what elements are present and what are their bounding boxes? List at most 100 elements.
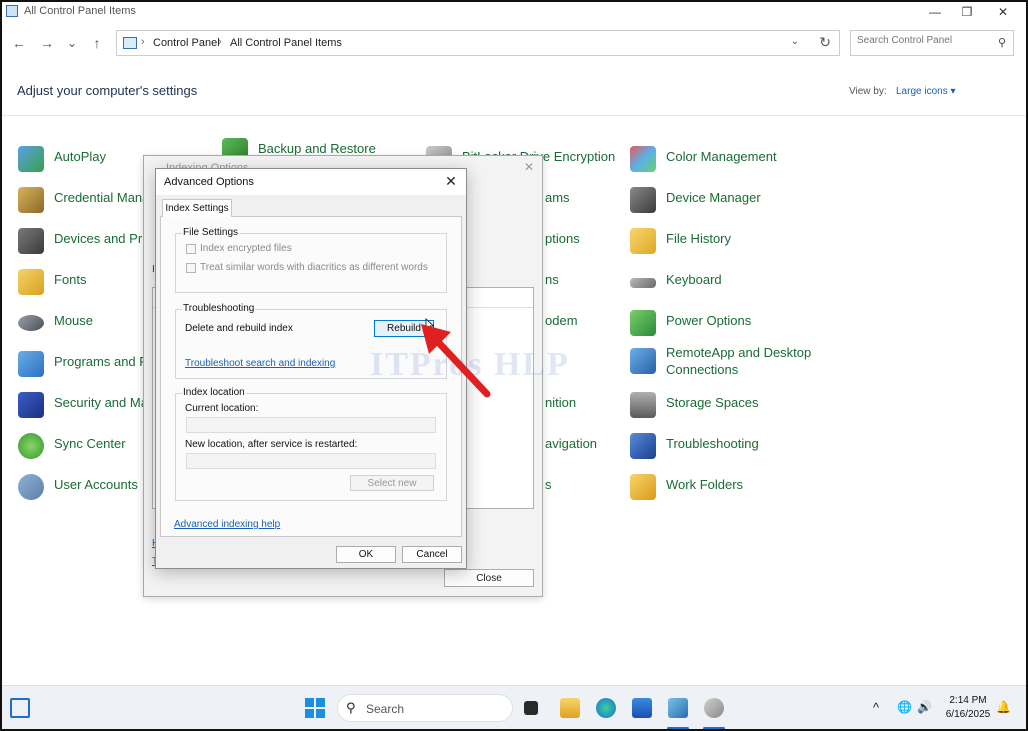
remoteapp-icon xyxy=(630,348,656,374)
breadcrumb-control-panel[interactable]: Control Panel xyxy=(153,37,220,49)
network-icon[interactable]: 🌐 xyxy=(897,700,912,714)
checkbox-label: Treat similar words with diacritics as d… xyxy=(200,262,428,273)
cp-item-label: Troubleshooting xyxy=(666,436,759,451)
advanced-indexing-help-link[interactable]: Advanced indexing help xyxy=(174,519,280,530)
edge-icon[interactable] xyxy=(596,698,616,718)
volume-icon[interactable]: 🔊 xyxy=(917,700,932,714)
tab-index-settings[interactable]: Index Settings xyxy=(162,199,232,217)
control-panel-icon xyxy=(6,5,18,17)
ok-button[interactable]: OK xyxy=(336,546,396,563)
chevron-right-icon: › xyxy=(218,36,222,48)
work-folders-icon xyxy=(630,474,656,500)
cp-item-label: Mouse xyxy=(54,313,94,328)
cp-item-label: Credential Mana xyxy=(54,190,150,205)
cp-item-label: Keyboard xyxy=(666,272,722,287)
dialog-title: Advanced Options xyxy=(164,176,254,188)
clock-time: 2:14 PM xyxy=(949,695,987,706)
power-icon xyxy=(630,310,656,336)
cancel-button[interactable]: Cancel xyxy=(402,546,462,563)
cp-item-label: File History xyxy=(666,231,732,246)
storage-icon xyxy=(630,392,656,418)
refresh-icon[interactable]: ↻ xyxy=(819,34,831,51)
cp-item-label: User Accounts xyxy=(54,477,138,492)
indexing-options-taskbar-icon[interactable] xyxy=(704,698,724,718)
search-icon[interactable]: ⚲ xyxy=(998,36,1006,49)
fonts-icon xyxy=(18,269,44,295)
task-view-icon[interactable] xyxy=(524,701,538,715)
search-input[interactable] xyxy=(857,35,987,46)
device-manager-icon xyxy=(630,187,656,213)
troubleshoot-link[interactable]: Troubleshoot search and indexing xyxy=(185,358,335,369)
page-title: Adjust your computer's settings xyxy=(17,83,198,98)
chevron-right-icon: › xyxy=(141,36,145,48)
recent-locations-button[interactable]: ⌄ xyxy=(63,34,81,52)
close-button[interactable]: ✕ xyxy=(986,2,1020,22)
checkbox-label: Index encrypted files xyxy=(200,243,292,254)
breadcrumb-all-items[interactable]: All Control Panel Items xyxy=(230,37,342,49)
printer-icon xyxy=(18,228,44,254)
back-button[interactable]: ← xyxy=(10,34,28,52)
close-icon[interactable]: ✕ xyxy=(524,160,534,174)
store-icon[interactable] xyxy=(632,698,652,718)
window-titlebar: All Control Panel Items — ❐ ✕ xyxy=(0,0,1028,24)
cp-item-label: Backup and Restore xyxy=(258,141,376,156)
autoplay-icon xyxy=(18,146,44,172)
cp-item-label: Work Folders xyxy=(666,477,744,492)
color-management-icon xyxy=(630,146,656,172)
taskbar: ⚲ Search ^ 🌐 🔊 2:14 PM 6/16/2025 🔔 xyxy=(0,685,1028,731)
new-location-label: New location, after service is restarted… xyxy=(185,439,358,450)
clock-date: 6/16/2025 xyxy=(945,709,991,720)
flag-icon xyxy=(18,392,44,418)
up-button[interactable]: ↑ xyxy=(88,34,106,52)
widgets-icon[interactable] xyxy=(10,698,30,718)
group-label: Troubleshooting xyxy=(182,303,256,314)
dialog-titlebar: Advanced Options ✕ xyxy=(156,169,466,195)
active-indicator xyxy=(703,727,725,730)
cp-item-label: Device Manager xyxy=(666,190,761,205)
keyboard-icon xyxy=(630,278,656,288)
mouse-icon xyxy=(18,315,44,331)
troubleshooting-icon xyxy=(630,433,656,459)
group-label: File Settings xyxy=(182,227,240,238)
credential-manager-icon xyxy=(18,187,44,213)
maximize-button[interactable]: ❐ xyxy=(950,2,984,22)
control-panel-taskbar-icon[interactable] xyxy=(668,698,688,718)
close-dialog-button[interactable]: Close xyxy=(444,569,534,587)
taskbar-search[interactable]: ⚲ Search xyxy=(337,694,513,722)
notifications-icon[interactable]: 🔔 xyxy=(996,700,1011,714)
forward-button[interactable]: → xyxy=(38,34,56,52)
rebuild-description: Delete and rebuild index xyxy=(185,323,293,334)
current-location-field xyxy=(186,417,436,433)
cp-item-label: Power Options xyxy=(666,313,752,328)
select-new-button: Select new xyxy=(350,475,434,491)
programs-icon xyxy=(18,351,44,377)
start-icon[interactable] xyxy=(305,698,325,718)
folder-icon xyxy=(630,228,656,254)
search-box[interactable]: ⚲ xyxy=(850,30,1014,56)
close-icon[interactable]: ✕ xyxy=(442,172,460,190)
search-icon: ⚲ xyxy=(346,700,356,715)
navigation-bar: ← → ⌄ ↑ › Control Panel › All Control Pa… xyxy=(0,26,1028,60)
cp-item-label: AutoPlay xyxy=(54,149,107,164)
clock[interactable]: 2:14 PM 6/16/2025 xyxy=(944,694,992,722)
cp-item-label: Security and Ma xyxy=(54,395,148,410)
red-arrow-annotation xyxy=(421,324,491,398)
address-bar[interactable]: › Control Panel › All Control Panel Item… xyxy=(116,30,840,56)
show-hidden-icons-button[interactable]: ^ xyxy=(873,700,879,715)
cp-item-label-line2: Connections xyxy=(666,362,739,377)
new-location-field xyxy=(186,453,436,469)
window-title: All Control Panel Items xyxy=(24,5,136,17)
file-explorer-icon[interactable] xyxy=(560,698,580,718)
cp-item-label: Fonts xyxy=(54,272,87,287)
cp-item-label: Sync Center xyxy=(54,436,126,451)
divider xyxy=(0,115,1028,116)
cp-item-label: Programs and F xyxy=(54,354,148,369)
minimize-button[interactable]: — xyxy=(918,2,952,22)
cp-item-label: Storage Spaces xyxy=(666,395,759,410)
control-panel-icon xyxy=(123,37,137,49)
chevron-down-icon[interactable]: ⌄ xyxy=(791,36,799,47)
cp-item-label: RemoteApp and Desktop xyxy=(666,345,812,360)
current-location-label: Current location: xyxy=(185,403,259,414)
view-by-dropdown[interactable]: Large icons ▾ xyxy=(896,86,956,97)
file-settings-group: File Settings Index encrypted files Trea… xyxy=(175,227,447,293)
